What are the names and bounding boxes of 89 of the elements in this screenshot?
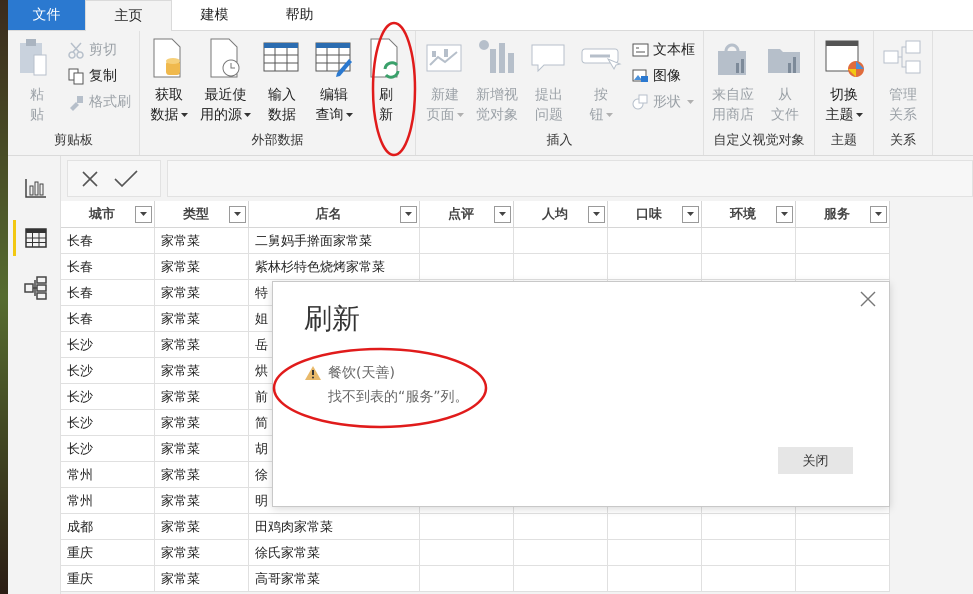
- ribbon-button[interactable]: 最近使 用的源: [196, 37, 255, 131]
- filter-button[interactable]: [494, 206, 511, 222]
- caret-icon: [875, 212, 882, 216]
- table-cell: 家常菜: [155, 566, 249, 592]
- brush-icon: [68, 94, 85, 110]
- table-cell: 家常菜: [155, 254, 249, 280]
- group-label: 关系: [889, 132, 917, 150]
- caret-icon: [140, 212, 147, 216]
- table-cell: 长沙: [61, 410, 155, 436]
- column-header[interactable]: 人均: [514, 201, 608, 228]
- table-cell: 长春: [61, 306, 155, 332]
- caret-icon: [781, 212, 788, 216]
- ribbon-button[interactable]: 复制: [68, 65, 131, 87]
- table-cell: 家常菜: [155, 410, 249, 436]
- ribbon-button[interactable]: 切换 主题: [819, 37, 869, 131]
- ribbon-button[interactable]: 编辑 查询: [309, 37, 359, 131]
- image-icon: [632, 68, 649, 84]
- filter-button[interactable]: [400, 206, 417, 222]
- caret-icon: [405, 212, 412, 216]
- column-header[interactable]: 类型: [155, 201, 249, 228]
- table-cell: 常州: [61, 488, 155, 514]
- column-header[interactable]: 口味: [608, 201, 702, 228]
- error-source: 餐饮(天善): [328, 364, 395, 382]
- check-icon[interactable]: [114, 170, 138, 188]
- table-cell: 家常菜: [155, 358, 249, 384]
- filter-button[interactable]: [776, 206, 793, 222]
- column-header[interactable]: 店名: [249, 201, 420, 228]
- table-cell: 田鸡肉家常菜: [249, 514, 420, 540]
- table-cell: 家常菜: [155, 462, 249, 488]
- column-header[interactable]: 环境: [702, 201, 796, 228]
- group-label: 插入: [546, 132, 574, 150]
- ribbon-button[interactable]: 获取 数据: [144, 37, 194, 131]
- ribbon-button[interactable]: 输入 数据: [257, 37, 307, 131]
- table-cell: 重庆: [61, 540, 155, 566]
- table-cell: 高哥家常菜: [249, 566, 420, 592]
- filter-button[interactable]: [229, 206, 246, 222]
- table-cell: 二舅妈手擀面家常菜: [249, 228, 420, 254]
- table-cell: 重庆: [61, 566, 155, 592]
- table-cell: 长沙: [61, 358, 155, 384]
- table-cell: 成都: [61, 514, 155, 540]
- group-label: 自定义视觉对象: [712, 132, 806, 150]
- warning-icon: [304, 365, 322, 381]
- column-header[interactable]: 服务: [796, 201, 890, 228]
- group-label: 外部数据: [250, 132, 304, 150]
- group-label: 剪贴板: [53, 132, 94, 150]
- table-cell: 长春: [61, 228, 155, 254]
- shapes-icon: [632, 94, 649, 110]
- filter-button[interactable]: [682, 206, 699, 222]
- bar-chart-icon: [24, 178, 46, 198]
- table-icon: [24, 228, 46, 248]
- column-header[interactable]: 点评: [420, 201, 514, 228]
- table-cell: 家常菜: [155, 332, 249, 358]
- caret-icon: [234, 212, 241, 216]
- table-cell: 家常菜: [155, 436, 249, 462]
- group-label: 主题: [830, 132, 858, 150]
- table-cell: 家常菜: [155, 514, 249, 540]
- filter-button[interactable]: [870, 206, 887, 222]
- table-cell: 长沙: [61, 384, 155, 410]
- table-cell: 长春: [61, 280, 155, 306]
- filter-button[interactable]: [135, 206, 152, 222]
- table-cell: 长春: [61, 254, 155, 280]
- scissors-icon: [68, 42, 85, 58]
- table-cell: 家常菜: [155, 384, 249, 410]
- ribbon-button[interactable]: 文本框: [632, 39, 695, 61]
- close-icon[interactable]: [859, 290, 877, 308]
- filter-button[interactable]: [588, 206, 605, 222]
- caret-icon: [499, 212, 506, 216]
- table-cell: 家常菜: [155, 540, 249, 566]
- caret-icon: [687, 212, 694, 216]
- file-menu-tab[interactable]: 文件: [8, 0, 85, 30]
- table-cell: 家常菜: [155, 280, 249, 306]
- ribbon-tab[interactable]: 主页: [85, 0, 172, 31]
- table-cell: 常州: [61, 462, 155, 488]
- copy-icon: [68, 68, 85, 84]
- ribbon-button[interactable]: 刷 新: [361, 37, 411, 131]
- table-cell: 家常菜: [155, 228, 249, 254]
- ribbon-button[interactable]: 图像: [632, 65, 695, 87]
- caret-icon: [593, 212, 600, 216]
- table-cell: 长沙: [61, 436, 155, 462]
- table-cell: 紫林杉特色烧烤家常菜: [249, 254, 420, 280]
- table-cell: 徐氏家常菜: [249, 540, 420, 566]
- table-cell: 家常菜: [155, 488, 249, 514]
- text-box-icon: [632, 42, 649, 58]
- model-icon: [24, 276, 48, 300]
- close-button[interactable]: 关闭: [778, 447, 853, 474]
- table-cell: 长沙: [61, 332, 155, 358]
- table-cell: 家常菜: [155, 306, 249, 332]
- cancel-icon[interactable]: [82, 170, 98, 186]
- column-header[interactable]: 城市: [61, 201, 155, 228]
